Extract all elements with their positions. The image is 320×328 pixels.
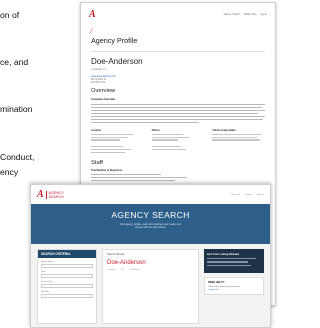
agency-name: Doe-Anderson — [91, 57, 143, 66]
result-city: Louisville — [107, 269, 116, 271]
promo-heading: Get Your Listing Started — [207, 252, 239, 256]
filter-field: Service Type — [41, 281, 93, 288]
overview-paragraph — [91, 104, 265, 124]
help-heading: NEED HELP? — [208, 281, 225, 284]
result-state: KY — [121, 269, 124, 271]
nav-link[interactable]: Log In — [260, 13, 267, 16]
filter-field: Agency Name — [41, 261, 93, 268]
agency-name-input[interactable] — [41, 264, 93, 268]
search-header: A AGENCY SEARCH Why Use Search Sign In — [31, 185, 270, 204]
staff-heading: Staff — [91, 159, 103, 166]
nav-link[interactable]: Search — [245, 194, 252, 196]
agency-search-window: A AGENCY SEARCH Why Use Search Sign In AG… — [30, 184, 271, 328]
nav-link[interactable]: Why Use — [231, 194, 240, 196]
logo-mark: A — [37, 189, 44, 200]
hero-subtitle: Find agency profiles, learn who matches … — [120, 223, 181, 230]
agency-location: Louisville, KY — [91, 68, 107, 71]
nav-link[interactable]: Agency Search — [224, 13, 240, 16]
specialty-select[interactable] — [41, 294, 93, 298]
nav-link[interactable]: Profile View — [244, 13, 257, 16]
filter-field: State — [41, 271, 93, 278]
result-service: Full Service — [129, 269, 141, 271]
contact-link[interactable]: Contact Us — [208, 289, 260, 291]
page-title: Agency Profile — [91, 36, 138, 45]
service-type-select[interactable] — [41, 284, 93, 288]
listing-promo-card[interactable]: Get Your Listing Started — [204, 249, 264, 273]
slide-text-line: Conduct, — [0, 152, 35, 162]
flag-icon: ⁄ — [91, 29, 93, 35]
result-meta: Louisville KY Full Service — [107, 269, 194, 271]
search-results-panel: Search Results Doe-Anderson Louisville K… — [102, 249, 199, 324]
profile-detail-columns: Location Offices Clients & Specialties — [91, 129, 265, 153]
search-content: SEARCH CRITERIA Agency Name State Servic… — [31, 244, 270, 327]
divider — [91, 51, 265, 52]
result-agency-link[interactable]: Doe-Anderson — [107, 260, 194, 266]
profile-nav: Agency Search Profile View Log In — [224, 13, 267, 16]
search-nav: Why Use Search Sign In — [231, 194, 264, 196]
overview-heading: Overview — [91, 88, 116, 94]
company-overview-label: Company Overview — [91, 98, 116, 101]
staff-count-label: Total Number of Employees — [91, 168, 123, 172]
agency-address: 620 W Main St — [91, 79, 107, 81]
search-criteria-panel: SEARCH CRITERIA Agency Name State Servic… — [37, 249, 97, 324]
agency-phone: 502.589.1700 — [91, 82, 106, 84]
offices-column: Offices — [151, 129, 205, 153]
clients-column: Clients & Specialties — [212, 129, 265, 153]
logo-wordmark: AGENCY SEARCH — [45, 190, 64, 199]
search-sidebar: Get Your Listing Started NEED HELP? Cont… — [204, 249, 264, 324]
profile-header: A Agency Search Profile View Log In — [81, 3, 275, 25]
agency-search-logo[interactable]: A AGENCY SEARCH — [37, 189, 64, 200]
hero-title: AGENCY SEARCH — [111, 210, 190, 220]
results-heading: Search Results — [107, 253, 125, 256]
nav-link[interactable]: Sign In — [257, 194, 264, 196]
search-hero-banner: AGENCY SEARCH Find agency profiles, lear… — [31, 204, 270, 244]
agency-website-link[interactable]: www.doeanderson.com — [91, 75, 265, 78]
agency-logo[interactable]: A — [89, 9, 96, 20]
slide-text-line: mination — [0, 104, 33, 114]
slide-text-line: ency — [0, 167, 19, 177]
search-criteria-heading: SEARCH CRITERIA — [38, 250, 96, 258]
help-card: NEED HELP? Contact our agency search tea… — [204, 277, 264, 295]
slide-text-line: on of — [0, 10, 20, 20]
location-column: Location — [91, 129, 144, 153]
state-select[interactable] — [41, 274, 93, 278]
help-text: Contact our agency search team — [208, 286, 240, 288]
slide-text-line: ce, and — [0, 57, 29, 67]
filter-field: Specialty — [41, 291, 93, 298]
